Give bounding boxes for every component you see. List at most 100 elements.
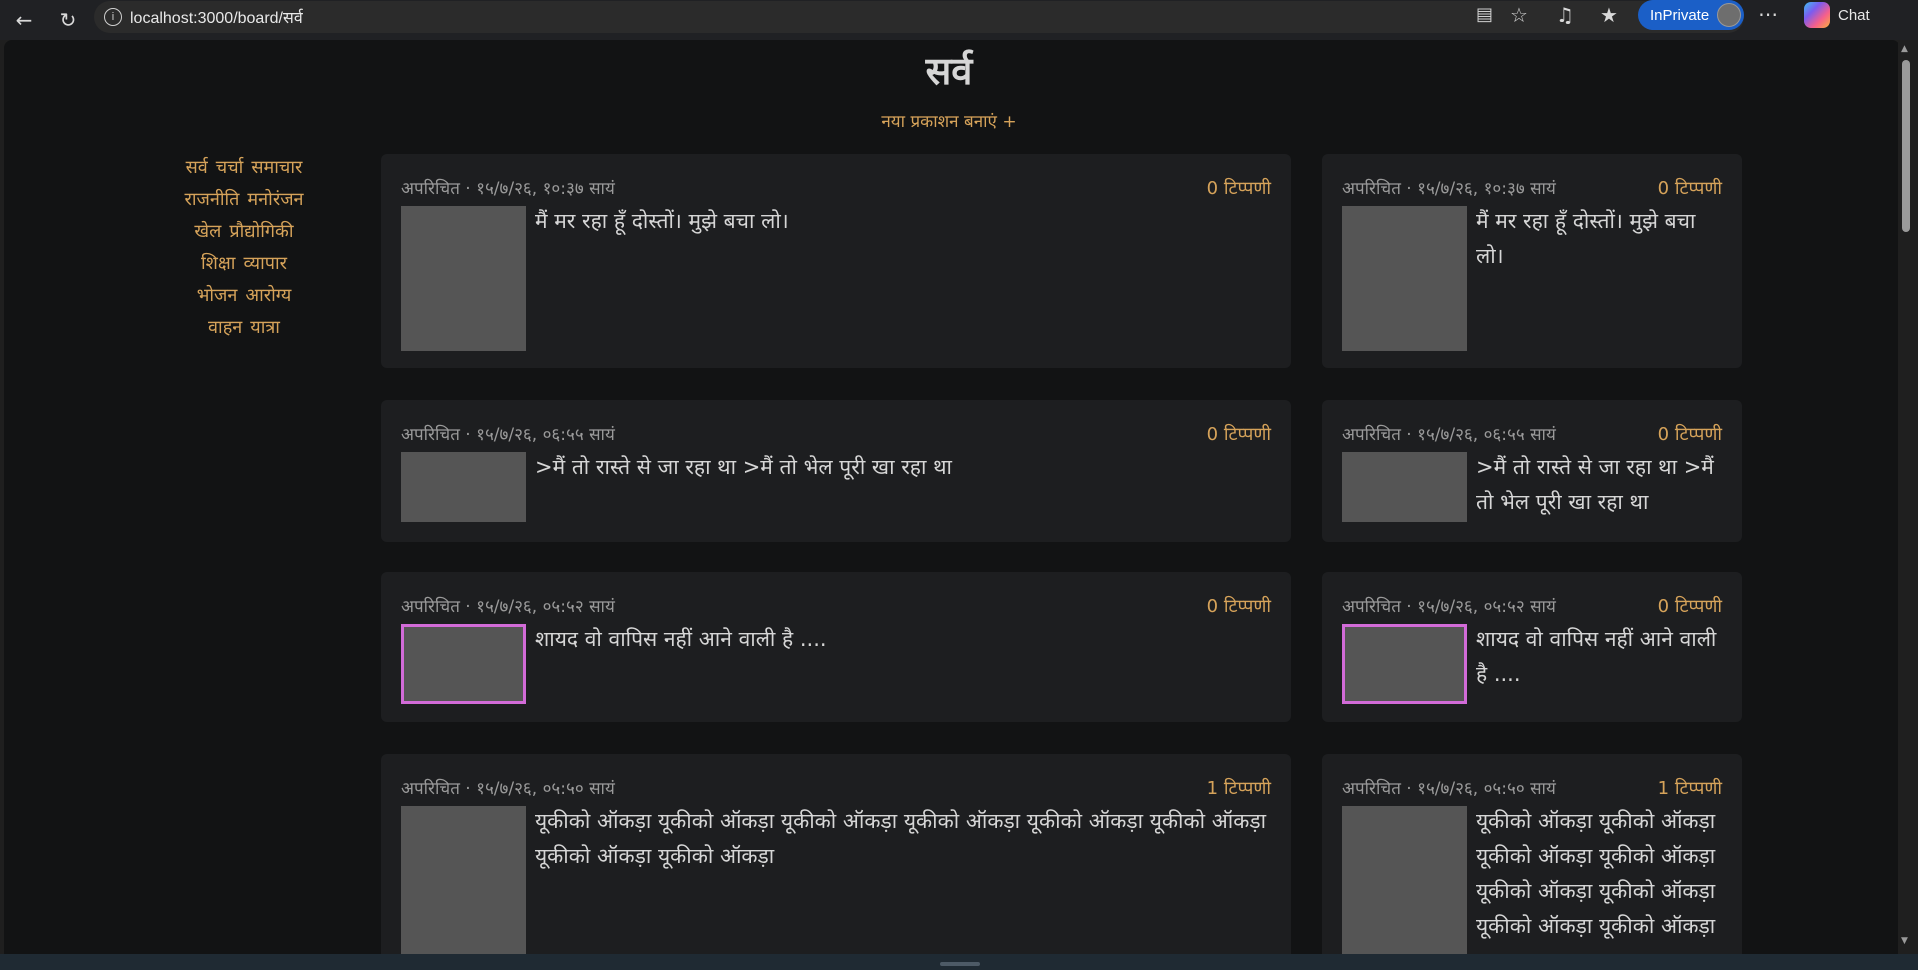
post-comment-count[interactable]: 0 टिप्पणी [1207, 594, 1271, 618]
post-card[interactable]: अपरिचित · १५/७/२६, ०५:५० सायं 1 टिप्पणी … [1322, 754, 1742, 954]
scroll-down-icon[interactable]: ▼ [1901, 936, 1908, 946]
post-thumbnail[interactable] [1342, 624, 1467, 704]
post-author: अपरिचित [1342, 597, 1401, 617]
page-viewport: सर्व नया प्रकाशन बनाएं + सर्व चर्चा समाचार… [4, 40, 1900, 954]
post-text[interactable]: शायद वो वापिस नहीं आने वाली है .... [1476, 622, 1722, 692]
sidebar-row: शिक्षा व्यापार [154, 248, 334, 280]
sidebar-item-news[interactable]: समाचार [251, 157, 302, 178]
post-text[interactable]: मैं मर रहा हूँ दोस्तों। मुझे बचा लो। [1476, 204, 1722, 274]
page-scrollbar[interactable]: ▲ ▼ [1898, 40, 1914, 954]
post-comment-count[interactable]: 0 टिप्पणी [1658, 422, 1722, 446]
post-text[interactable]: >मैं तो रास्ते से जा रहा था >मैं तो भेल … [1476, 450, 1722, 520]
post-author: अपरिचित [1342, 779, 1401, 799]
post-time: १५/७/२६, ०६:५५ सायं [476, 425, 615, 445]
post-text[interactable]: >मैं तो रास्ते से जा रहा था >मैं तो भेल … [535, 450, 1271, 485]
post-card[interactable]: अपरिचित · १५/७/२६, ०५:५२ सायं 0 टिप्पणी … [1322, 572, 1742, 722]
sidebar-row: भोजन आरोग्य [154, 280, 334, 312]
sidebar-item-politics[interactable]: राजनीति [184, 189, 239, 210]
post-text[interactable]: यूकीको ऑकड़ा यूकीको ऑकड़ा यूकीको ऑकड़ा य… [1476, 804, 1722, 944]
post-author: अपरिचित [1342, 179, 1401, 199]
refresh-icon[interactable]: ↻ [50, 4, 86, 36]
sidebar-item-technology[interactable]: प्रौद्योगिकी [229, 221, 293, 242]
post-comment-count[interactable]: 0 टिप्पणी [1658, 176, 1722, 200]
sidebar-row: राजनीति मनोरंजन [154, 184, 334, 216]
post-thumbnail[interactable] [401, 206, 526, 351]
address-bar[interactable]: i localhost:3000/board/सर्व [94, 1, 1744, 33]
media-icon[interactable]: ♫ [1556, 3, 1574, 27]
post-text[interactable]: यूकीको ऑकड़ा यूकीको ऑकड़ा यूकीको ऑकड़ा य… [535, 804, 1271, 874]
sidebar-item-education[interactable]: शिक्षा [201, 253, 235, 274]
bottom-bar [0, 954, 1918, 970]
post-time: १५/७/२६, ०५:५० सायं [476, 779, 615, 799]
post-meta: अपरिचित · १५/७/२६, ०६:५५ सायं [401, 425, 615, 445]
post-card[interactable]: अपरिचित · १५/७/२६, ०६:५५ सायं 0 टिप्पणी … [1322, 400, 1742, 542]
post-comment-count[interactable]: 1 टिप्पणी [1658, 776, 1722, 800]
post-card[interactable]: अपरिचित · १५/७/२६, १०:३७ सायं 0 टिप्पणी … [381, 154, 1291, 368]
reading-view-icon[interactable]: ▤ [1476, 4, 1493, 25]
post-time: १५/७/२६, ०५:५२ सायं [1417, 597, 1556, 617]
post-time: १५/७/२६, १०:३७ सायं [1417, 179, 1556, 199]
scroll-up-icon[interactable]: ▲ [1901, 44, 1908, 54]
post-card[interactable]: अपरिचित · १५/७/२६, ०५:५० सायं 1 टिप्पणी … [381, 754, 1291, 954]
post-text[interactable]: शायद वो वापिस नहीं आने वाली है .... [535, 622, 1271, 657]
post-time: १५/७/२६, ०५:५२ सायं [476, 597, 615, 617]
sidebar-item-food[interactable]: भोजन [197, 285, 238, 306]
post-card[interactable]: अपरिचित · १५/७/२६, ०५:५२ सायं 0 टिप्पणी … [381, 572, 1291, 722]
post-comment-count[interactable]: 0 टिप्पणी [1207, 176, 1271, 200]
inprivate-badge[interactable]: InPrivate [1638, 0, 1744, 30]
inprivate-label: InPrivate [1650, 6, 1710, 24]
post-meta: अपरिचित · १५/७/२६, ०६:५५ सायं [1342, 425, 1556, 445]
sidebar-row: सर्व चर्चा समाचार [154, 152, 334, 184]
page-title: सर्व [925, 49, 973, 93]
post-time: १५/७/२६, १०:३७ सायं [476, 179, 615, 199]
post-author: अपरिचित [1342, 425, 1401, 445]
post-meta: अपरिचित · १५/७/२६, १०:३७ सायं [401, 179, 615, 199]
sidebar-row: खेल प्रौद्योगिकी [154, 216, 334, 248]
browser-toolbar: ← ↻ i localhost:3000/board/सर्व ▤ ☆ ♫ ★ … [0, 0, 1918, 40]
sidebar-item-vehicles[interactable]: वाहन [208, 317, 242, 338]
category-sidebar: सर्व चर्चा समाचार राजनीति मनोरंजन खेल प्रौद्… [154, 152, 334, 344]
address-url: localhost:3000/board/सर्व [130, 10, 303, 27]
post-thumbnail[interactable] [1342, 452, 1467, 522]
post-meta: अपरिचित · १५/७/२६, ०५:५२ सायं [401, 597, 615, 617]
sidebar-row: वाहन यात्रा [154, 312, 334, 344]
post-comment-count[interactable]: 1 टिप्पणी [1207, 776, 1271, 800]
post-author: अपरिचित [401, 597, 460, 617]
sidebar-item-sports[interactable]: खेल [194, 221, 221, 242]
post-thumbnail[interactable] [401, 806, 526, 954]
favorites-icon[interactable]: ★ [1600, 3, 1618, 27]
resize-handle[interactable] [940, 962, 980, 966]
scrollbar-thumb[interactable] [1902, 60, 1910, 232]
post-card[interactable]: अपरिचित · १५/७/२६, १०:३७ सायं 0 टिप्पणी … [1322, 154, 1742, 368]
post-text[interactable]: मैं मर रहा हूँ दोस्तों। मुझे बचा लो। [535, 204, 1271, 239]
post-comment-count[interactable]: 0 टिप्पणी [1207, 422, 1271, 446]
sidebar-item-business[interactable]: व्यापार [243, 253, 287, 274]
post-thumbnail[interactable] [401, 624, 526, 704]
post-meta: अपरिचित · १५/७/२६, ०५:५० सायं [401, 779, 615, 799]
post-author: अपरिचित [401, 425, 460, 445]
post-meta: अपरिचित · १५/७/२६, १०:३७ सायं [1342, 179, 1556, 199]
post-thumbnail[interactable] [1342, 806, 1467, 954]
copilot-icon [1804, 2, 1830, 28]
post-card[interactable]: अपरिचित · १५/७/२६, ०६:५५ सायं 0 टिप्पणी … [381, 400, 1291, 542]
post-author: अपरिचित [401, 179, 460, 199]
post-comment-count[interactable]: 0 टिप्पणी [1658, 594, 1722, 618]
chat-button[interactable]: Chat [1804, 2, 1870, 28]
favorite-star-icon[interactable]: ☆ [1510, 3, 1528, 27]
sidebar-item-all[interactable]: सर्व [186, 157, 208, 178]
sidebar-item-entertainment[interactable]: मनोरंजन [247, 189, 303, 210]
chat-label: Chat [1838, 6, 1870, 24]
more-options-icon[interactable]: ⋯ [1758, 2, 1778, 26]
post-meta: अपरिचित · १५/७/२६, ०५:५० सायं [1342, 779, 1556, 799]
back-icon[interactable]: ← [6, 4, 42, 36]
profile-avatar [1717, 3, 1741, 27]
post-meta: अपरिचित · १५/७/२६, ०५:५२ सायं [1342, 597, 1556, 617]
sidebar-item-discussion[interactable]: चर्चा [216, 157, 244, 178]
sidebar-item-travel[interactable]: यात्रा [250, 317, 280, 338]
post-thumbnail[interactable] [1342, 206, 1467, 351]
sidebar-item-health[interactable]: आरोग्य [245, 285, 291, 306]
site-info-icon[interactable]: i [104, 8, 122, 26]
new-post-link[interactable]: नया प्रकाशन बनाएं + [4, 109, 1894, 132]
post-time: १५/७/२६, ०६:५५ सायं [1417, 425, 1556, 445]
post-thumbnail[interactable] [401, 452, 526, 522]
